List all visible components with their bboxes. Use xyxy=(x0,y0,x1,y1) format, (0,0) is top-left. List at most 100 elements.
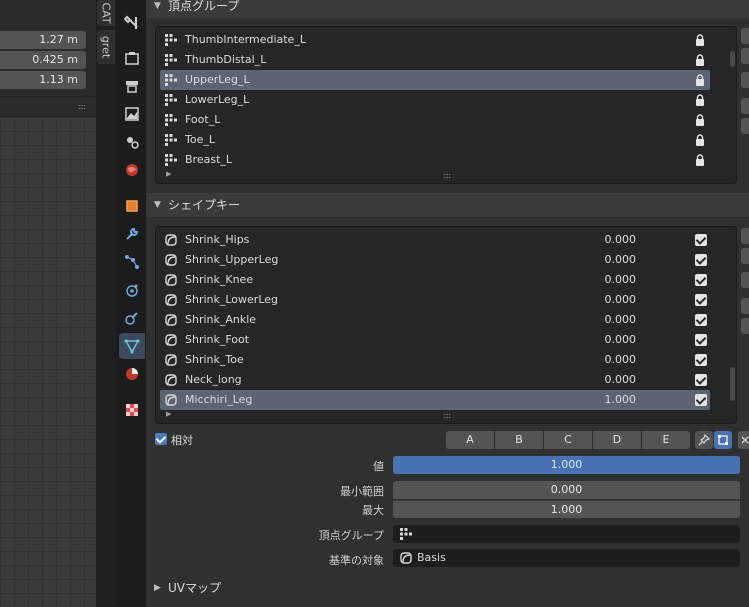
move-shape-key-down-button[interactable] xyxy=(741,318,749,334)
shape-key-row[interactable]: Shrink_LowerLeg 0.000 xyxy=(160,290,710,310)
lock-icon[interactable] xyxy=(695,74,705,86)
lock-icon[interactable] xyxy=(695,114,705,126)
move-shape-key-up-button[interactable] xyxy=(741,298,749,314)
shape-key-value[interactable]: 0.000 xyxy=(580,270,637,290)
shape-key-scrollbar[interactable] xyxy=(730,367,735,401)
constraints-tab[interactable] xyxy=(119,305,145,331)
shape-key-mute-checkbox[interactable] xyxy=(695,314,707,326)
relative-to-field[interactable]: Basis xyxy=(393,549,740,567)
shape-key-mute-checkbox[interactable] xyxy=(695,334,707,346)
tab-a[interactable]: A xyxy=(446,431,495,449)
lock-icon[interactable] xyxy=(695,54,705,66)
vertex-group-scrollbar[interactable] xyxy=(730,51,735,67)
min-range-field[interactable]: 0.000 xyxy=(393,481,740,499)
shape-key-mute-checkbox[interactable] xyxy=(695,394,707,406)
list-resize-grip-icon[interactable]: :::: xyxy=(443,411,451,420)
tab-cat[interactable]: CAT xyxy=(97,0,115,26)
tab-b[interactable]: B xyxy=(495,431,544,449)
shape-key-row[interactable]: Micchiri_Leg 1.000 xyxy=(160,390,710,410)
vertex-group-row[interactable]: ThumbDistal_L xyxy=(160,50,710,70)
mesh-data-tab[interactable] xyxy=(119,333,145,359)
value-slider[interactable]: 1.000 xyxy=(393,456,740,474)
lock-icon[interactable] xyxy=(695,94,705,106)
world-tab[interactable] xyxy=(119,157,145,183)
shape-keys-header[interactable]: ▼ シェイプキー xyxy=(146,193,749,217)
tool-tab[interactable] xyxy=(119,10,145,36)
shape-key-value[interactable]: 0.000 xyxy=(580,370,637,390)
add-vertex-group-button[interactable] xyxy=(741,28,749,44)
edit-mode-button[interactable] xyxy=(714,431,732,449)
add-shape-key-button[interactable] xyxy=(741,228,749,244)
render-tab[interactable] xyxy=(119,45,145,71)
list-resize-grip-icon[interactable]: :::: xyxy=(443,171,451,180)
shape-key-value[interactable]: 0.000 xyxy=(580,310,637,330)
vertex-group-field[interactable] xyxy=(393,525,740,543)
view-layer-tab[interactable] xyxy=(119,101,145,127)
close-button[interactable] xyxy=(738,431,749,449)
material-tab[interactable] xyxy=(119,361,145,387)
modifier-tab[interactable] xyxy=(119,221,145,247)
output-tab[interactable] xyxy=(119,73,145,99)
shape-key-list[interactable]: Shrink_Hips 0.000 Shrink_UpperLeg 0.000 Shri… xyxy=(155,226,737,424)
shape-key-name: Shrink_Toe xyxy=(185,353,244,366)
shape-key-value[interactable]: 0.000 xyxy=(580,330,637,350)
shape-key-name: Micchiri_Leg xyxy=(185,393,253,406)
shape-key-mute-checkbox[interactable] xyxy=(695,374,707,386)
shape-key-mute-checkbox[interactable] xyxy=(695,354,707,366)
dimension-x-field[interactable]: 1.27 m xyxy=(0,31,86,49)
max-field[interactable]: 1.000 xyxy=(393,500,740,518)
scene-tab[interactable] xyxy=(119,129,145,155)
move-vertex-group-up-button[interactable] xyxy=(741,98,749,114)
vertex-groups-header[interactable]: ▼ 頂点グループ xyxy=(146,0,749,18)
vertex-group-row[interactable]: LowerLeg_L xyxy=(160,90,710,110)
tab-gret[interactable]: gret xyxy=(97,30,115,64)
physics-tab[interactable] xyxy=(119,277,145,303)
relative-checkbox[interactable] xyxy=(155,433,167,445)
shape-key-value[interactable]: 0.000 xyxy=(580,290,637,310)
remove-shape-key-button[interactable] xyxy=(741,248,749,264)
vertex-group-row[interactable]: Toe_L xyxy=(160,130,710,150)
vertex-group-list[interactable]: ThumbIntermediate_L ThumbDistal_L UpperLeg… xyxy=(155,26,737,184)
list-expand-icon[interactable]: ▶ xyxy=(166,170,171,178)
particles-tab[interactable] xyxy=(119,249,145,275)
shape-key-row[interactable]: Shrink_Toe 0.000 xyxy=(160,350,710,370)
uv-maps-header[interactable]: ▶ UVマップ xyxy=(146,576,749,600)
remove-vertex-group-button[interactable] xyxy=(741,48,749,64)
vertex-group-specials-button[interactable] xyxy=(741,72,749,88)
tab-c[interactable]: C xyxy=(544,431,593,449)
viewport-grid[interactable] xyxy=(0,117,96,607)
object-tab[interactable] xyxy=(119,193,145,219)
vertex-group-row[interactable]: Breast_L xyxy=(160,150,710,170)
shape-key-row[interactable]: Neck_long 0.000 xyxy=(160,370,710,390)
list-expand-icon[interactable]: ▶ xyxy=(166,410,171,418)
lock-icon[interactable] xyxy=(695,134,705,146)
shape-key-value[interactable]: 1.000 xyxy=(580,390,637,410)
shape-key-row[interactable]: Shrink_Knee 0.000 xyxy=(160,270,710,290)
shape-key-mute-checkbox[interactable] xyxy=(695,274,707,286)
shape-key-value[interactable]: 0.000 xyxy=(580,250,637,270)
lock-icon[interactable] xyxy=(695,154,705,166)
tab-e[interactable]: E xyxy=(642,431,690,449)
vertex-group-row[interactable]: ThumbIntermediate_L xyxy=(160,30,710,50)
shape-key-value[interactable]: 0.000 xyxy=(580,350,637,370)
shape-key-mute-checkbox[interactable] xyxy=(695,294,707,306)
shape-key-mute-checkbox[interactable] xyxy=(695,234,707,246)
vertex-group-row[interactable]: Foot_L xyxy=(160,110,710,130)
shape-key-row[interactable]: Shrink_Ankle 0.000 xyxy=(160,310,710,330)
pin-button[interactable] xyxy=(695,431,713,449)
shape-key-value[interactable]: 0.000 xyxy=(580,230,637,250)
vertex-group-row[interactable]: UpperLeg_L xyxy=(160,70,710,90)
expand-triangle-icon: ▶ xyxy=(154,583,161,593)
shape-key-row[interactable]: Shrink_UpperLeg 0.000 xyxy=(160,250,710,270)
shape-key-row[interactable]: Shrink_Foot 0.000 xyxy=(160,330,710,350)
dimension-y-field[interactable]: 0.425 m xyxy=(0,51,86,69)
shape-key-mute-checkbox[interactable] xyxy=(695,254,707,266)
texture-tab[interactable] xyxy=(119,397,145,423)
dimension-z-field[interactable]: 1.13 m xyxy=(0,71,86,89)
tab-d[interactable]: D xyxy=(593,431,642,449)
lock-icon[interactable] xyxy=(695,34,705,46)
move-vertex-group-down-button[interactable] xyxy=(741,118,749,134)
shape-key-specials-button[interactable] xyxy=(741,272,749,288)
shape-key-row[interactable]: Shrink_Hips 0.000 xyxy=(160,230,710,250)
drag-grip-icon[interactable]: :::: xyxy=(78,102,86,111)
